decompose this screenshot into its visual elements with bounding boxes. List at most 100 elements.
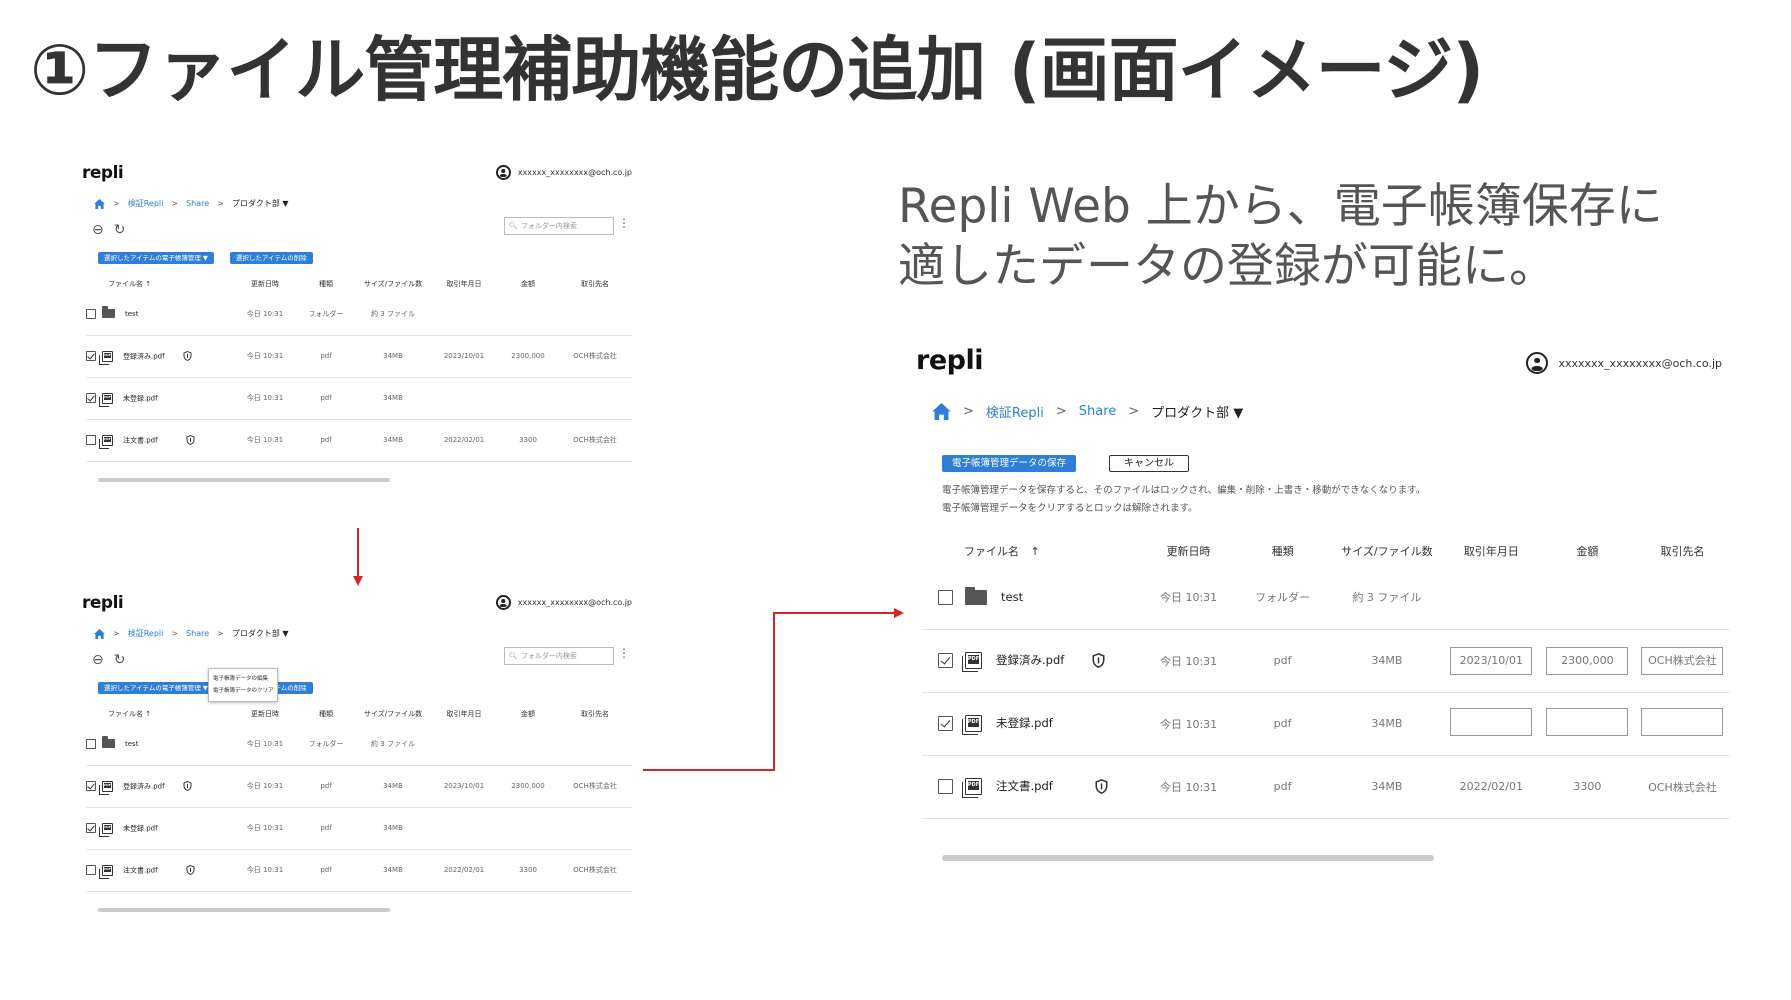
account-menu[interactable]: xxxxxxx_xxxxxxxx@och.co.jp [1526, 352, 1722, 374]
cancel-button[interactable]: キャンセル [1109, 455, 1190, 472]
col-partner[interactable]: 取引先名 [558, 275, 632, 293]
search-input[interactable]: 🔍︎ フォルダー内検索 [504, 647, 614, 665]
table-row[interactable]: test 今日 10:31 フォルダー 約 3 ファイル [86, 723, 632, 766]
col-amount[interactable]: 金額 [498, 705, 558, 723]
row-checkbox[interactable] [938, 779, 953, 794]
file-name[interactable]: test [1001, 590, 1023, 604]
col-partner[interactable]: 取引先名 [1635, 536, 1730, 566]
save-ledger-button[interactable]: 電子帳簿管理データの保存 [942, 455, 1077, 472]
horizontal-scrollbar[interactable] [98, 908, 390, 912]
file-name[interactable]: 注文書.pdf [123, 436, 158, 444]
table-row[interactable]: PDF 未登録.pdf 今日 10:31 pdf 34MB [86, 807, 632, 850]
col-type[interactable]: 種類 [1234, 536, 1331, 566]
row-checkbox-checked[interactable] [938, 653, 953, 668]
file-name[interactable]: 登録済み.pdf [123, 782, 165, 790]
col-filename[interactable]: ファイル名 ↑ [86, 705, 234, 723]
home-icon[interactable] [94, 198, 105, 209]
cell-updated: 今日 10:31 [1143, 755, 1235, 819]
col-amount[interactable]: 金額 [498, 275, 558, 293]
row-checkbox-checked[interactable] [86, 351, 96, 361]
col-updated[interactable]: 更新日時 [1143, 536, 1234, 566]
breadcrumb-current[interactable]: プロダクト部 ▼ [232, 628, 289, 639]
ledger-menu-button[interactable]: 選択したアイテムの電子帳簿管理 ▼ [98, 252, 214, 264]
row-checkbox-checked[interactable] [86, 781, 96, 791]
notice-line-2: 電子帳簿管理データをクリアするとロックは解除されます。 [942, 503, 1198, 514]
table-row[interactable]: PDF 注文書.pdf 今日 10:31 pdf 34MB 2022/02/01 … [922, 755, 1730, 819]
account-menu[interactable]: xxxxxx_xxxxxxxx@och.co.jp [495, 165, 632, 180]
col-size[interactable]: サイズ/ファイル数 [1331, 536, 1443, 566]
file-name[interactable]: 注文書.pdf [123, 866, 158, 874]
col-date[interactable]: 取引年月日 [1443, 536, 1540, 566]
col-date[interactable]: 取引年月日 [430, 705, 498, 723]
table-row[interactable]: test 今日 10:31 フォルダー 約 3 ファイル [922, 566, 1730, 630]
delete-selected-button[interactable]: 選択したアイテムの削除 [229, 252, 313, 264]
table-row[interactable]: test 今日 10:31 フォルダー 約 3 ファイル [86, 293, 632, 336]
file-name[interactable]: 登録済み.pdf [123, 352, 165, 360]
col-type[interactable]: 種類 [296, 275, 356, 293]
breadcrumb-current[interactable]: プロダクト部 ▼ [232, 198, 289, 209]
row-checkbox[interactable] [86, 308, 96, 319]
refresh-icon[interactable]: ↻ [114, 222, 126, 238]
table-row[interactable]: PDF 注文書.pdf 今日 10:31 pdf 34MB 2022/02/01 … [86, 419, 632, 462]
col-filename[interactable]: ファイル名 ↑ [922, 536, 1143, 566]
table-row[interactable]: PDF 注文書.pdf 今日 10:31 pdf 34MB 2022/02/01 … [86, 849, 632, 892]
file-name[interactable]: 未登録.pdf [123, 824, 158, 832]
account-menu[interactable]: xxxxxx_xxxxxxxx@och.co.jp [495, 595, 632, 610]
horizontal-scrollbar[interactable] [942, 855, 1434, 861]
table-row[interactable]: PDF 登録済み.pdf 今日 10:31 pdf 34MB 2023/10/01… [86, 765, 632, 808]
file-name[interactable]: 登録済み.pdf [996, 653, 1064, 667]
breadcrumb-item[interactable]: Share [186, 629, 209, 638]
col-type[interactable]: 種類 [296, 705, 356, 723]
cell-type: pdf [296, 419, 356, 462]
file-name[interactable]: 注文書.pdf [996, 779, 1053, 793]
col-filename[interactable]: ファイル名 ↑ [86, 275, 234, 293]
col-size[interactable]: サイズ/ファイル数 [356, 275, 430, 293]
table-row[interactable]: PDF 未登録.pdf 今日 10:31 pdf 34MB [86, 377, 632, 420]
home-icon[interactable] [932, 403, 951, 420]
table-row[interactable]: PDF 未登録.pdf 今日 10:31 pdf 34MB [922, 692, 1730, 756]
back-icon[interactable]: ⊖ [92, 222, 104, 238]
table-row[interactable]: PDF 登録済み.pdf 今日 10:31 pdf 34MB 2023/10/01… [922, 629, 1730, 693]
home-icon[interactable] [94, 628, 105, 639]
col-size[interactable]: サイズ/ファイル数 [356, 705, 430, 723]
amount-input[interactable] [1546, 708, 1629, 736]
breadcrumb-item[interactable]: 検証Repli [128, 628, 164, 639]
search-input[interactable]: 🔍︎ フォルダー内検索 [504, 217, 614, 235]
breadcrumb-item[interactable]: Share [186, 199, 209, 208]
kebab-icon[interactable]: ⋮ [618, 646, 630, 660]
row-checkbox[interactable] [86, 435, 96, 445]
row-checkbox-checked[interactable] [86, 393, 96, 403]
col-amount[interactable]: 金額 [1540, 536, 1635, 566]
ledger-menu-button[interactable]: 選択したアイテムの電子帳簿管理 ▼ [98, 682, 214, 694]
row-checkbox[interactable] [86, 865, 96, 875]
row-checkbox[interactable] [86, 738, 96, 749]
kebab-icon[interactable]: ⋮ [618, 216, 630, 230]
transaction-date-input[interactable]: 2023/10/01 [1450, 646, 1533, 675]
file-name[interactable]: 未登録.pdf [996, 716, 1053, 730]
breadcrumb-item[interactable]: Share [1079, 404, 1117, 419]
file-name[interactable]: test [125, 740, 138, 748]
partner-input[interactable]: OCH株式会社 [1641, 646, 1724, 675]
breadcrumb-item[interactable]: 検証Repli [986, 402, 1044, 421]
refresh-icon[interactable]: ↻ [114, 652, 126, 668]
transaction-date-input[interactable] [1450, 708, 1533, 736]
amount-input[interactable]: 2300,000 [1546, 646, 1629, 675]
file-name[interactable]: test [125, 310, 138, 318]
breadcrumb-item[interactable]: 検証Repli [128, 198, 164, 209]
col-updated[interactable]: 更新日時 [234, 275, 296, 293]
col-updated[interactable]: 更新日時 [234, 705, 296, 723]
menu-item-edit[interactable]: 電子帳簿データの編集 [213, 673, 273, 685]
col-partner[interactable]: 取引先名 [558, 705, 632, 723]
cell-amount: 3300 [498, 849, 558, 892]
horizontal-scrollbar[interactable] [98, 478, 390, 482]
back-icon[interactable]: ⊖ [92, 652, 104, 668]
row-checkbox[interactable] [938, 589, 953, 605]
partner-input[interactable] [1641, 708, 1724, 736]
table-row[interactable]: PDF 登録済み.pdf 今日 10:31 pdf 34MB 2023/10/01… [86, 335, 632, 378]
row-checkbox-checked[interactable] [938, 716, 953, 731]
col-date[interactable]: 取引年月日 [430, 275, 498, 293]
breadcrumb-current[interactable]: プロダクト部 ▼ [1151, 402, 1243, 421]
row-checkbox-checked[interactable] [86, 823, 96, 833]
menu-item-clear[interactable]: 電子帳簿データのクリア [213, 685, 274, 697]
file-name[interactable]: 未登録.pdf [123, 394, 158, 402]
